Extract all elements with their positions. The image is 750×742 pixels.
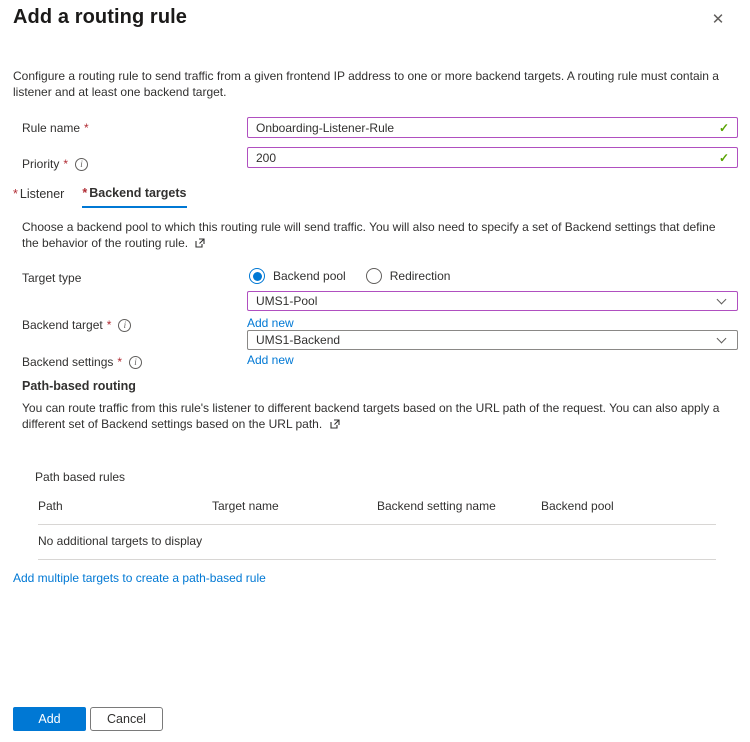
tab-backend-targets-label: Backend targets — [89, 186, 186, 200]
backend-target-dropdown-value: UMS1-Pool — [248, 294, 317, 308]
table-header-path: Path — [38, 499, 212, 513]
table-empty-message: No additional targets to display — [38, 525, 716, 560]
page-title: Add a routing rule — [13, 6, 187, 29]
valid-check-icon: ✓ — [719, 151, 729, 165]
backend-target-dropdown[interactable]: UMS1-Pool — [247, 291, 738, 311]
close-icon: ✕ — [712, 11, 725, 28]
backend-settings-label-text: Backend settings — [22, 355, 113, 369]
rule-name-label-text: Rule name — [22, 121, 80, 135]
radio-backend-pool[interactable] — [249, 268, 265, 284]
external-link-icon — [195, 238, 205, 248]
tab-listener-label: Listener — [20, 187, 64, 201]
table-header-backend-setting-name: Backend setting name — [377, 499, 541, 513]
path-section-description: You can route traffic from this rule's l… — [22, 401, 730, 432]
path-based-routing-heading: Path-based routing — [22, 379, 136, 393]
external-link-icon — [330, 419, 340, 429]
backend-section-description-text: Choose a backend pool to which this rout… — [22, 220, 716, 250]
table-header-target-name: Target name — [212, 499, 377, 513]
chevron-down-icon — [717, 334, 727, 344]
add-path-based-rule-link[interactable]: Add multiple targets to create a path-ba… — [13, 571, 266, 585]
path-based-rules-table: Path Target name Backend setting name Ba… — [38, 492, 716, 560]
backend-target-add-new-link[interactable]: Add new — [247, 316, 294, 330]
info-icon[interactable]: i — [118, 319, 131, 332]
required-asterisk: * — [63, 157, 68, 171]
info-icon-glyph: i — [80, 159, 83, 169]
radio-redirection[interactable] — [366, 268, 382, 284]
cancel-button[interactable]: Cancel — [90, 707, 163, 731]
path-based-rules-label: Path based rules — [35, 470, 125, 484]
priority-input-box: ✓ — [247, 147, 738, 168]
target-type-radio-group: Backend pool Redirection — [249, 268, 470, 284]
target-type-label-text: Target type — [22, 271, 81, 285]
radio-backend-pool-label[interactable]: Backend pool — [273, 269, 346, 283]
required-asterisk: * — [84, 121, 89, 135]
priority-input[interactable] — [248, 148, 737, 167]
rule-name-label: Rule name * — [22, 121, 89, 135]
table-header-row: Path Target name Backend setting name Ba… — [38, 492, 716, 525]
radio-redirection-label[interactable]: Redirection — [390, 269, 451, 283]
close-button[interactable]: ✕ — [704, 6, 732, 34]
add-routing-rule-panel: Add a routing rule ✕ Configure a routing… — [0, 0, 750, 742]
priority-label: Priority * i — [22, 157, 88, 171]
info-icon[interactable]: i — [75, 158, 88, 171]
required-asterisk: * — [107, 318, 112, 332]
backend-settings-label: Backend settings * i — [22, 355, 142, 369]
backend-section-description: Choose a backend pool to which this rout… — [22, 220, 730, 251]
info-icon-glyph: i — [134, 357, 137, 367]
info-icon[interactable]: i — [129, 356, 142, 369]
backend-settings-dropdown[interactable]: UMS1-Backend — [247, 330, 738, 350]
backend-target-label-text: Backend target — [22, 318, 103, 332]
tab-listener[interactable]: * Listener — [13, 186, 64, 208]
info-icon-glyph: i — [124, 320, 127, 330]
add-button[interactable]: Add — [13, 707, 86, 731]
required-asterisk: * — [117, 355, 122, 369]
required-asterisk: * — [13, 187, 18, 201]
priority-label-text: Priority — [22, 157, 59, 171]
target-type-label: Target type — [22, 271, 81, 285]
rule-name-input[interactable] — [248, 118, 737, 137]
table-header-backend-pool: Backend pool — [541, 499, 716, 513]
required-asterisk: * — [82, 186, 87, 200]
intro-text: Configure a routing rule to send traffic… — [13, 69, 739, 100]
valid-check-icon: ✓ — [719, 121, 729, 135]
backend-settings-dropdown-value: UMS1-Backend — [248, 333, 340, 347]
path-section-description-text: You can route traffic from this rule's l… — [22, 401, 719, 431]
backend-settings-add-new-link[interactable]: Add new — [247, 353, 294, 367]
chevron-down-icon — [717, 295, 727, 305]
backend-target-label: Backend target * i — [22, 318, 131, 332]
tab-backend-targets[interactable]: * Backend targets — [82, 186, 186, 208]
rule-name-input-box: ✓ — [247, 117, 738, 138]
tab-bar: * Listener * Backend targets — [13, 186, 187, 208]
